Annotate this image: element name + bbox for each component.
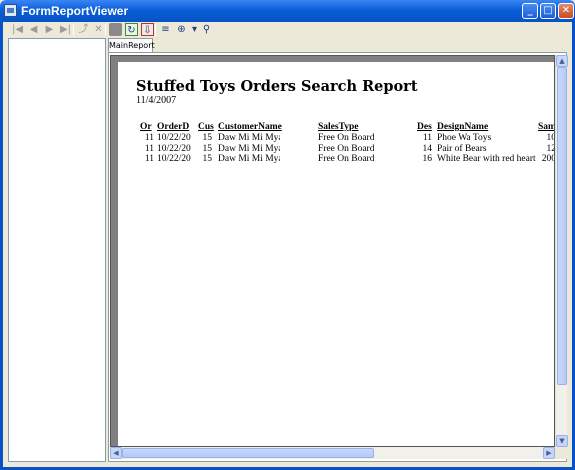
toolbar-separator: [155, 24, 156, 36]
report-cell-customername: Daw Mi Mi Mya: [218, 133, 280, 143]
vertical-scrollbar[interactable]: ▲ ▼: [555, 55, 568, 447]
toolbar-separator: [73, 24, 74, 36]
column-header-customer: Cus: [198, 122, 214, 132]
column-header-customer-name: CustomerName: [218, 122, 282, 132]
report-cell-customer: 15: [202, 133, 213, 143]
column-header-sales-type: SalesType: [318, 122, 359, 132]
report-viewport[interactable]: Stuffed Toys Orders Search Report 11/4/2…: [110, 55, 555, 447]
go-to-parent-button[interactable]: ⤴: [77, 23, 90, 36]
report-cell-sample: 12: [546, 143, 555, 154]
report-cell-salestype: Free On Board: [318, 133, 375, 143]
report-cell-designname: Phoe Wa Toys: [437, 133, 492, 143]
report-cell-designname: White Bear with red heart: [437, 154, 536, 164]
last-page-button[interactable]: ▶|: [59, 23, 72, 36]
scroll-right-icon[interactable]: ▶: [543, 447, 555, 459]
tab-main-report[interactable]: MainReport: [108, 38, 155, 52]
horizontal-scroll-thumb[interactable]: [122, 448, 374, 458]
report-cell-salestype: Free On Board: [318, 154, 375, 164]
scroll-left-icon[interactable]: ◀: [110, 447, 122, 459]
scroll-up-icon[interactable]: ▲: [556, 55, 568, 67]
report-page: Stuffed Toys Orders Search Report 11/4/2…: [118, 62, 555, 446]
report-cell-sample: 200: [541, 154, 555, 164]
report-cell-order: 11: [144, 133, 154, 143]
document-map-panel[interactable]: [8, 38, 106, 462]
close-button[interactable]: ✕: [558, 3, 574, 19]
report-cell-sample: 10: [546, 133, 555, 143]
stop-button[interactable]: ✕: [92, 23, 105, 36]
zoom-icon[interactable]: ⊕: [175, 23, 188, 36]
report-cell-order: 11: [144, 154, 154, 164]
report-date: 11/4/2007: [136, 95, 177, 106]
scrollbar-corner: [555, 447, 567, 459]
status-strip: [3, 462, 572, 467]
column-header-order-date: OrderD: [157, 122, 190, 132]
vertical-scroll-thumb[interactable]: [557, 67, 567, 385]
report-title: Stuffed Toys Orders Search Report: [136, 78, 418, 95]
report-cell-customer: 15: [202, 143, 213, 154]
maximize-button[interactable]: □: [540, 3, 556, 19]
report-cell-salestype: Free On Board: [318, 143, 375, 154]
horizontal-scrollbar[interactable]: ◀ ▶: [110, 447, 555, 459]
find-binoculars-icon[interactable]: ⚲: [200, 23, 213, 36]
report-cell-design: 14: [422, 143, 433, 154]
report-cell-order: 11: [144, 143, 154, 154]
title-bar: FormReportViewer _ □ ✕: [0, 0, 575, 22]
report-cell-orderdate: 10/22/200: [157, 154, 191, 164]
next-page-button[interactable]: ▶: [43, 23, 56, 36]
first-page-button[interactable]: |◀: [11, 23, 24, 36]
report-cell-designname: Pair of Bears: [437, 143, 487, 154]
column-header-design-name: DesignName: [437, 122, 489, 132]
report-cell-customername: Daw Mi Mi Mya: [218, 143, 280, 154]
report-cell-orderdate: 10/22/200: [157, 143, 191, 154]
previous-page-button[interactable]: ◀: [27, 23, 40, 36]
report-cell-customername: Daw Mi Mi Mya: [218, 154, 280, 164]
report-cell-orderdate: 10/22/200: [157, 133, 191, 143]
report-cell-customer: 15: [202, 154, 213, 164]
toolbar-separator: [105, 24, 106, 36]
export-icon[interactable]: ⇩: [141, 23, 154, 36]
refresh-icon[interactable]: ↻: [125, 23, 138, 36]
column-header-order: Or: [140, 122, 152, 132]
column-header-sample: Sam: [538, 122, 555, 132]
report-cell-design: 16: [422, 154, 433, 164]
column-header-design: Des: [417, 122, 432, 132]
report-cell-design: 11: [422, 133, 432, 143]
viewer-toolbar: |◀ ◀ ▶ ▶| ⤴ ✕ ↻ ⇩ ≡ ⊕ ▾ ⚲: [3, 22, 572, 38]
minimize-button[interactable]: _: [522, 3, 538, 19]
print-icon[interactable]: [109, 23, 122, 36]
scroll-down-icon[interactable]: ▼: [556, 435, 568, 447]
document-map-toggle-icon[interactable]: ≡: [159, 23, 172, 36]
window-title: FormReportViewer: [21, 4, 129, 18]
app-icon[interactable]: [4, 4, 17, 17]
